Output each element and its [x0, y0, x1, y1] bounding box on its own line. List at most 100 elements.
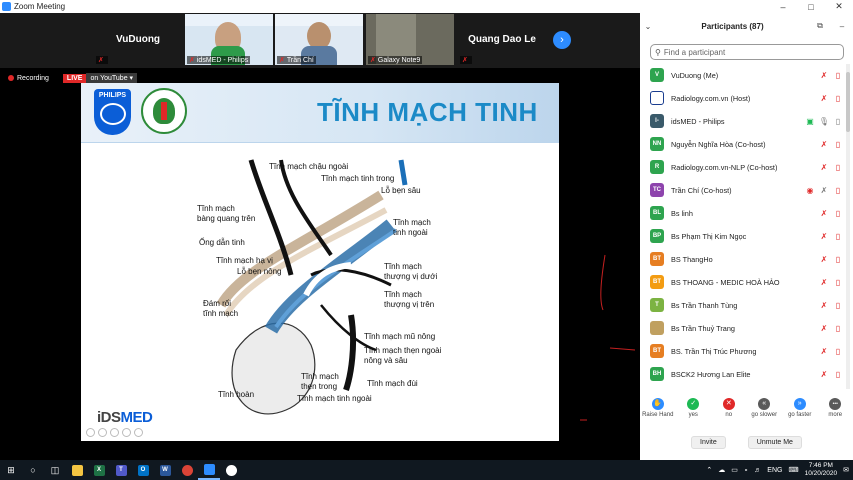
task-view-icon[interactable]: ◫: [44, 460, 66, 480]
word-icon[interactable]: W: [154, 460, 176, 480]
participant-row[interactable]: TC Trần Chí (Co-host) ◉ ✗ ▯: [640, 179, 845, 201]
avatar: BT: [650, 252, 664, 266]
teams-icon[interactable]: T: [110, 460, 132, 480]
windows-start-icon[interactable]: ⊞: [0, 460, 22, 480]
next-slide-icon[interactable]: [98, 428, 107, 437]
participant-row[interactable]: Radiology.com.vn (Host) ✗ ▯: [640, 87, 845, 109]
volume-icon[interactable]: ♬: [754, 467, 761, 474]
raise-hand-icon: ✋: [651, 398, 664, 410]
prev-slide-icon[interactable]: [86, 428, 95, 437]
no-button[interactable]: ✕ no: [713, 398, 745, 428]
stream-dropdown[interactable]: on YouTube ▾: [86, 73, 138, 83]
video-off-icon: ▯: [835, 300, 841, 310]
mic-muted-icon: ✗: [820, 185, 828, 195]
keyboard-icon[interactable]: ⌨: [788, 466, 798, 474]
go-faster-button[interactable]: » go faster: [784, 398, 816, 428]
zoom-taskbar-icon[interactable]: [198, 460, 220, 480]
cloud-icon[interactable]: ☁: [718, 466, 725, 474]
windows-taskbar: ⊞ ○ ◫ X T O W ⌃ ☁ ▭ ∘ ♬ ENG ⌨ 7:46 PM 10…: [0, 460, 853, 480]
unmute-me-button[interactable]: Unmute Me: [747, 436, 802, 449]
search-icon[interactable]: ○: [22, 460, 44, 480]
participant-row[interactable]: NN Nguyễn Nghĩa Hòa (Co-host) ✗ ▯: [640, 133, 845, 155]
label-circumflex: Tĩnh mạch mũ nông: [364, 332, 436, 341]
live-badge[interactable]: LIVE: [62, 73, 87, 83]
excel-icon[interactable]: X: [88, 460, 110, 480]
more-icon[interactable]: [134, 428, 143, 437]
label-testicular-ext-2: tinh ngoài: [393, 228, 428, 237]
wifi-icon[interactable]: ∘: [744, 466, 748, 474]
participant-row[interactable]: BT BS ThangHo ✗ ▯: [640, 248, 845, 270]
video-tile[interactable]: Quang Dao Le ✗: [458, 14, 546, 65]
video-tile[interactable]: ✗ Trần Chí: [275, 14, 363, 65]
mic-muted-icon: ✗: [820, 162, 828, 172]
tile-mute-label: ✗: [460, 56, 472, 64]
notifications-icon[interactable]: ✉: [843, 466, 849, 474]
mic-muted-icon: ✗: [98, 57, 104, 64]
participant-row[interactable]: BH BSCK2 Hương Lan Elite ✗ ▯: [640, 363, 845, 385]
video-off-icon: ▯: [835, 254, 841, 264]
participant-row[interactable]: BP Bs Phạm Thị Kim Ngọc ✗ ▯: [640, 225, 845, 247]
participant-row[interactable]: BT BS THOANG - MEDIC HOÀ HẢO ✗ ▯: [640, 271, 845, 293]
invite-button[interactable]: Invite: [691, 436, 726, 449]
network-icon[interactable]: ▭: [731, 466, 738, 474]
popout-icon[interactable]: ⧉: [809, 21, 831, 31]
femoral-vein: [343, 314, 357, 391]
participant-row[interactable]: BL Bs linh ✗ ▯: [640, 202, 845, 224]
participant-row[interactable]: V VuDuong (Me) ✗ ▯: [640, 64, 845, 86]
chrome-icon[interactable]: [176, 460, 198, 480]
ellipsis-icon: •••: [829, 398, 842, 410]
scrollbar-thumb[interactable]: [846, 72, 850, 132]
video-tile[interactable]: VuDuong ✗: [94, 14, 182, 65]
mic-muted-icon: ✗: [820, 277, 828, 287]
annotation-stroke: [609, 347, 635, 351]
video-tile[interactable]: ✗ Galaxy Note9: [366, 14, 454, 65]
video-strip: VuDuong ✗ ✗ idsMED - Philips ✗ Trần Chí ✗ G…: [0, 13, 640, 68]
video-tile[interactable]: ✗ idsMED - Philips: [185, 14, 273, 65]
video-off-icon: ▯: [835, 162, 841, 172]
recording-dot-icon: [8, 75, 14, 81]
participant-row[interactable]: R Radiology.com.vn-NLP (Co-host) ✗ ▯: [640, 156, 845, 178]
panel-footer: Invite Unmute Me: [640, 436, 853, 449]
file-explorer-icon[interactable]: [66, 460, 88, 480]
participant-row[interactable]: T Bs Trần Thanh Tùng ✗ ▯: [640, 294, 845, 316]
minimize-button[interactable]: –: [769, 2, 797, 12]
avatar: BT: [650, 275, 664, 289]
close-button[interactable]: ✕: [825, 1, 853, 12]
participant-row[interactable]: BT BS. Trần Thị Trúc Phương ✗ ▯: [640, 340, 845, 362]
label-femoral: Tĩnh mạch đùi: [367, 379, 418, 388]
raise-hand-button[interactable]: ✋ Raise Hand: [642, 398, 674, 428]
yes-button[interactable]: ✓ yes: [677, 398, 709, 428]
participant-row[interactable]: Bs Trần Thuỷ Trang ✗ ▯: [640, 317, 845, 339]
zoom-slide-icon[interactable]: [122, 428, 131, 437]
participant-scrollbar[interactable]: [846, 64, 850, 389]
zoom-app-icon: [2, 2, 11, 11]
participant-search-input[interactable]: ⚲ Find a participant: [650, 44, 844, 60]
header-divider: [81, 142, 559, 143]
label-sup-epigastric-2: thượng vị trên: [384, 300, 435, 309]
tray-chevron-icon[interactable]: ⌃: [706, 466, 712, 474]
collapse-chevron-icon[interactable]: ⌄: [640, 22, 656, 31]
avatar: [650, 91, 664, 105]
next-page-button[interactable]: ›: [553, 31, 571, 49]
avatar: BL: [650, 206, 664, 220]
zoom-meeting-taskbar-icon[interactable]: [220, 460, 242, 480]
more-reactions-button[interactable]: ••• more: [819, 398, 851, 428]
outlook-icon[interactable]: O: [132, 460, 154, 480]
participant-list: V VuDuong (Me) ✗ ▯ Radiology.com.vn (Hos…: [640, 64, 845, 389]
label-testicular-ext-1: Tĩnh mạch: [393, 218, 431, 227]
pen-icon[interactable]: [110, 428, 119, 437]
avatar: R: [650, 160, 664, 174]
avatar: [650, 321, 664, 335]
input-language[interactable]: ENG: [767, 467, 782, 474]
go-slower-button[interactable]: « go slower: [748, 398, 780, 428]
system-clock[interactable]: 7:46 PM 10/20/2020: [805, 462, 838, 478]
recording-label: Recording: [17, 74, 49, 82]
participant-row[interactable]: I- idsMED - Philips ▣ 🎙 ▯: [640, 110, 845, 132]
label-sup-vesical-1: Tĩnh mạch: [197, 204, 235, 213]
maximize-button[interactable]: □: [797, 2, 825, 12]
participant-name: Bs linh: [671, 208, 693, 218]
x-icon: ✕: [722, 398, 735, 410]
label-iliac-ext: Tĩnh mạch chậu ngoài: [269, 162, 349, 171]
label-int-pudendal-2: thẹn trong: [301, 382, 338, 391]
panel-close-icon[interactable]: –: [831, 22, 853, 31]
